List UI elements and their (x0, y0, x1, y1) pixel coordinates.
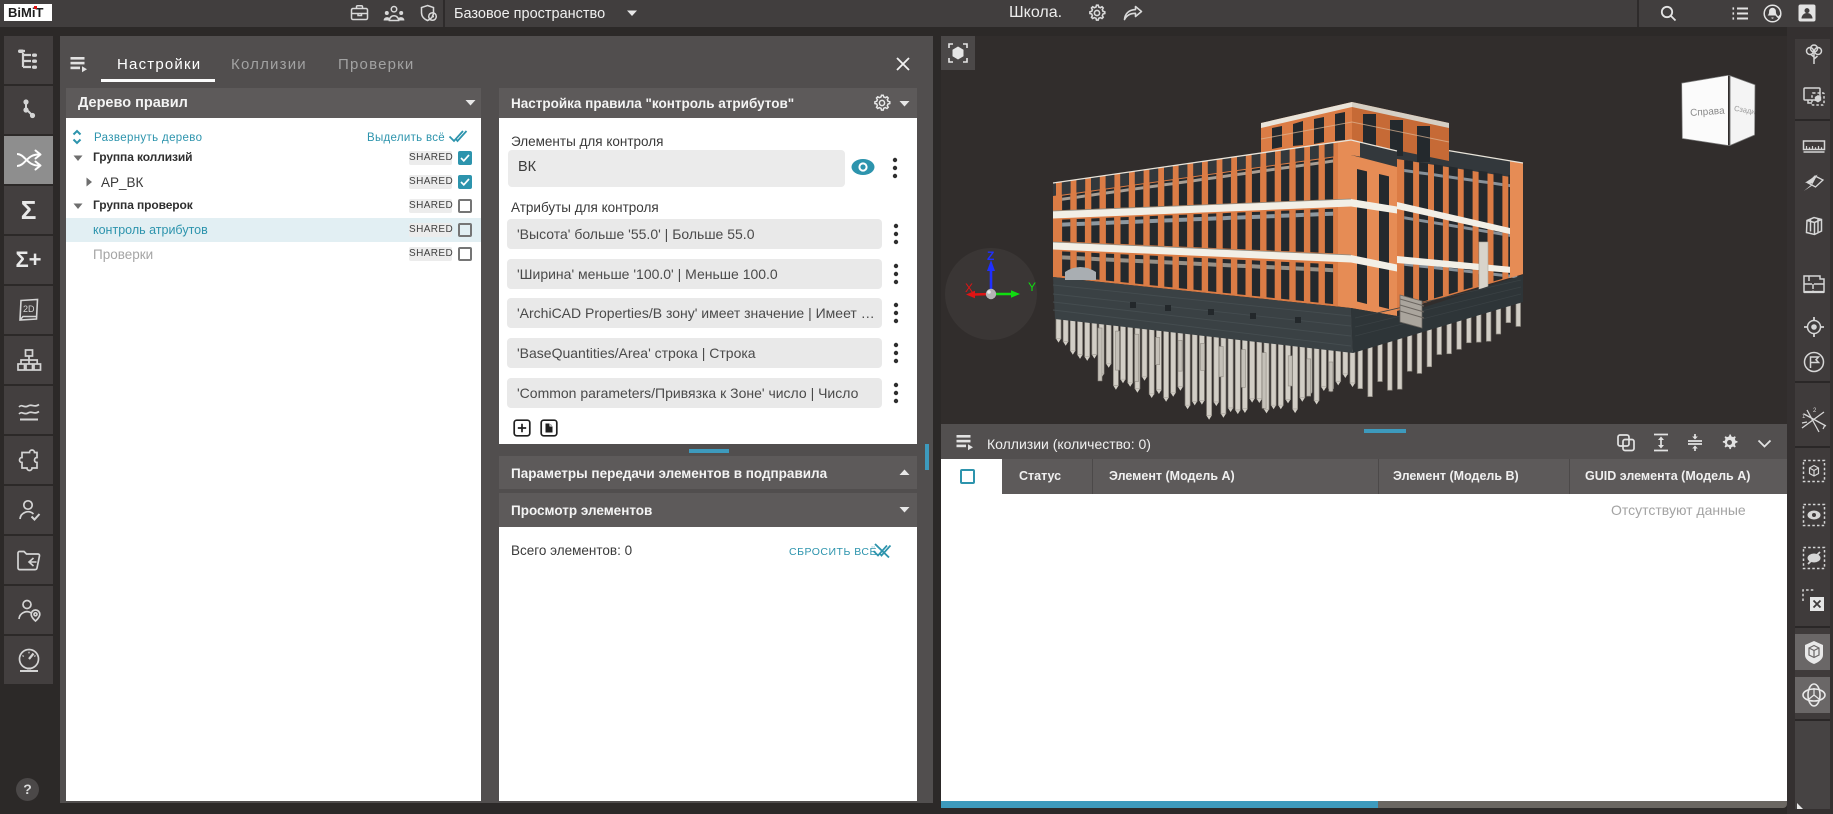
svg-text:2: 2 (1813, 408, 1817, 414)
svg-text:Z: Z (987, 249, 994, 263)
svg-text:X: X (965, 281, 973, 295)
svg-text:Y: Y (1028, 280, 1036, 294)
svg-text:2D: 2D (23, 304, 35, 314)
